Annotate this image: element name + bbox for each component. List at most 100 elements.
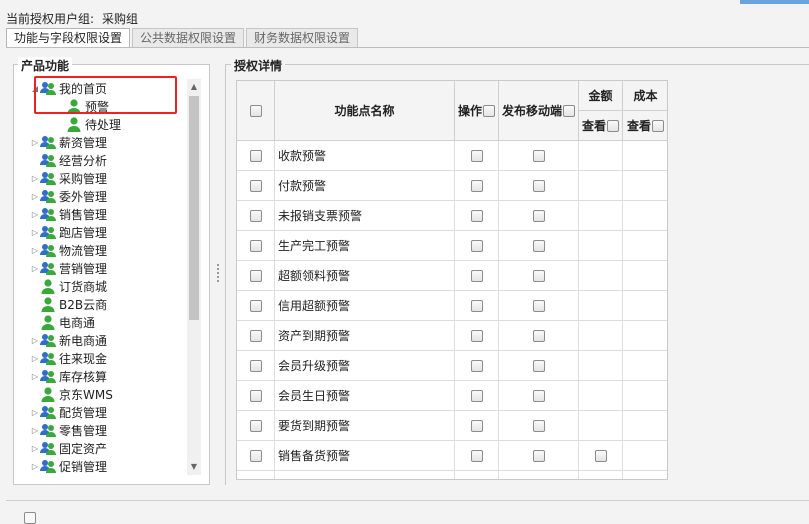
mobile-checkbox[interactable]: [532, 239, 545, 252]
scroll-down-icon[interactable]: ▼: [187, 459, 201, 475]
tree-node[interactable]: 订货商城: [30, 277, 107, 295]
collapsed-triangle-icon[interactable]: ▷: [30, 426, 40, 435]
amount-view-all-checkbox[interactable]: [607, 119, 619, 132]
operate-checkbox[interactable]: [470, 179, 483, 192]
row-select-checkbox[interactable]: [249, 179, 262, 192]
operate-checkbox[interactable]: [470, 419, 483, 432]
mobile-checkbox[interactable]: [532, 269, 545, 282]
operate-checkbox[interactable]: [470, 269, 483, 282]
tree-node[interactable]: 电商通: [30, 313, 95, 331]
operate-checkbox[interactable]: [470, 389, 483, 402]
select-all-header: [237, 81, 275, 141]
column-header-cost: 成本: [623, 81, 667, 111]
panel-splitter-handle[interactable]: [216, 262, 220, 284]
collapsed-triangle-icon[interactable]: ▷: [30, 192, 40, 201]
row-select-checkbox[interactable]: [249, 449, 262, 462]
collapsed-triangle-icon[interactable]: ▷: [30, 138, 40, 147]
amount-view-checkbox[interactable]: [594, 449, 607, 462]
collapsed-triangle-icon[interactable]: ▷: [30, 408, 40, 417]
table-row: 超额领料预警: [237, 261, 667, 291]
collapsed-triangle-icon[interactable]: ▷: [30, 210, 40, 219]
scroll-thumb[interactable]: [189, 96, 199, 320]
tree-node[interactable]: ▷ 采购管理: [30, 169, 107, 187]
collapsed-triangle-icon[interactable]: ▷: [30, 444, 40, 453]
table-cell: [623, 471, 667, 479]
tree-node[interactable]: 经营分析: [30, 151, 107, 169]
operate-checkbox[interactable]: [470, 149, 483, 162]
collapsed-triangle-icon[interactable]: ▷: [30, 336, 40, 345]
table-cell: [579, 441, 623, 470]
row-select-checkbox[interactable]: [249, 419, 262, 432]
mobile-checkbox[interactable]: [532, 179, 545, 192]
tree-node[interactable]: 待处理: [56, 115, 121, 133]
collapsed-triangle-icon[interactable]: ▷: [30, 174, 40, 183]
tree-node-label: 新电商通: [59, 333, 108, 348]
operate-all-checkbox[interactable]: [483, 104, 495, 117]
row-select-checkbox[interactable]: [249, 359, 262, 372]
tree-node[interactable]: ▷ 薪资管理: [30, 133, 107, 151]
tree-node[interactable]: ▷ 固定资产: [30, 439, 107, 457]
mobile-checkbox[interactable]: [532, 209, 545, 222]
mobile-checkbox[interactable]: [532, 419, 545, 432]
tree-node[interactable]: ▷ 往来现金: [30, 349, 107, 367]
operate-checkbox[interactable]: [470, 299, 483, 312]
tree-node[interactable]: ▷ 库存核算: [30, 367, 107, 385]
table-cell: [623, 231, 667, 260]
tree-node[interactable]: ▷ 营销管理: [30, 259, 107, 277]
column-operate-label: 操作: [457, 104, 482, 118]
row-select-checkbox[interactable]: [249, 389, 262, 402]
collapsed-triangle-icon[interactable]: ▷: [30, 228, 40, 237]
table-row: 信用超额预警: [237, 291, 667, 321]
tab-function-field-permissions[interactable]: 功能与字段权限设置: [6, 28, 131, 48]
operate-checkbox[interactable]: [470, 449, 483, 462]
tree-node-label: 待处理: [85, 117, 122, 132]
tree-node[interactable]: ▷ 零售管理: [30, 421, 107, 439]
row-select-checkbox[interactable]: [249, 269, 262, 282]
tree-node[interactable]: B2B云商: [30, 295, 107, 313]
function-point-name: 收款预警: [275, 141, 455, 170]
collapsed-triangle-icon[interactable]: ▷: [30, 264, 40, 273]
row-select-checkbox[interactable]: [249, 209, 262, 222]
row-select-checkbox[interactable]: [249, 329, 262, 342]
mobile-checkbox[interactable]: [532, 299, 545, 312]
collapsed-triangle-icon[interactable]: ▷: [30, 462, 40, 471]
mobile-checkbox[interactable]: [532, 389, 545, 402]
tree-node[interactable]: ▷ 配货管理: [30, 403, 107, 421]
table-cell: [237, 231, 275, 260]
row-select-checkbox[interactable]: [249, 149, 262, 162]
operate-checkbox[interactable]: [470, 239, 483, 252]
collapsed-triangle-icon[interactable]: ▷: [30, 354, 40, 363]
row-select-checkbox[interactable]: [249, 299, 262, 312]
row-select-checkbox[interactable]: [249, 239, 262, 252]
tab-public-data-permissions[interactable]: 公共数据权限设置: [132, 28, 245, 48]
select-all-checkbox[interactable]: [249, 104, 262, 117]
tab-finance-data-permissions[interactable]: 财务数据权限设置: [246, 28, 359, 48]
tree-node[interactable]: ▷ 委外管理: [30, 187, 107, 205]
operate-checkbox[interactable]: [470, 209, 483, 222]
footer-option-checkbox[interactable]: [24, 512, 36, 524]
tree-node[interactable]: ▷ 销售管理: [30, 205, 107, 223]
user-icon: [40, 386, 56, 402]
tree-node[interactable]: ▷ 跑店管理: [30, 223, 107, 241]
tree-node[interactable]: ▷ 新电商通: [30, 331, 107, 349]
mobile-checkbox[interactable]: [532, 329, 545, 342]
mobile-checkbox[interactable]: [532, 149, 545, 162]
tree-node[interactable]: ▷ 促销管理: [30, 457, 107, 475]
mobile-checkbox[interactable]: [532, 359, 545, 372]
operate-checkbox[interactable]: [470, 329, 483, 342]
user-group-icon: [40, 224, 56, 240]
mobile-all-checkbox[interactable]: [563, 104, 575, 117]
collapsed-triangle-icon[interactable]: ▷: [30, 246, 40, 255]
scroll-up-icon[interactable]: ▲: [187, 79, 201, 95]
tree-node[interactable]: ▷ 物流管理: [30, 241, 107, 259]
cost-view-all-checkbox[interactable]: [652, 119, 664, 132]
function-point-name: 资产到期预警: [275, 321, 455, 350]
tree-node-label: 订货商城: [59, 279, 108, 294]
mobile-checkbox[interactable]: [532, 449, 545, 462]
function-point-name: 超额领料预警: [275, 261, 455, 290]
user-group-icon: [40, 332, 56, 348]
tree-scrollbar[interactable]: ▲ ▼: [187, 79, 201, 475]
collapsed-triangle-icon[interactable]: ▷: [30, 372, 40, 381]
operate-checkbox[interactable]: [470, 359, 483, 372]
tree-node[interactable]: 京东WMS: [30, 385, 113, 403]
